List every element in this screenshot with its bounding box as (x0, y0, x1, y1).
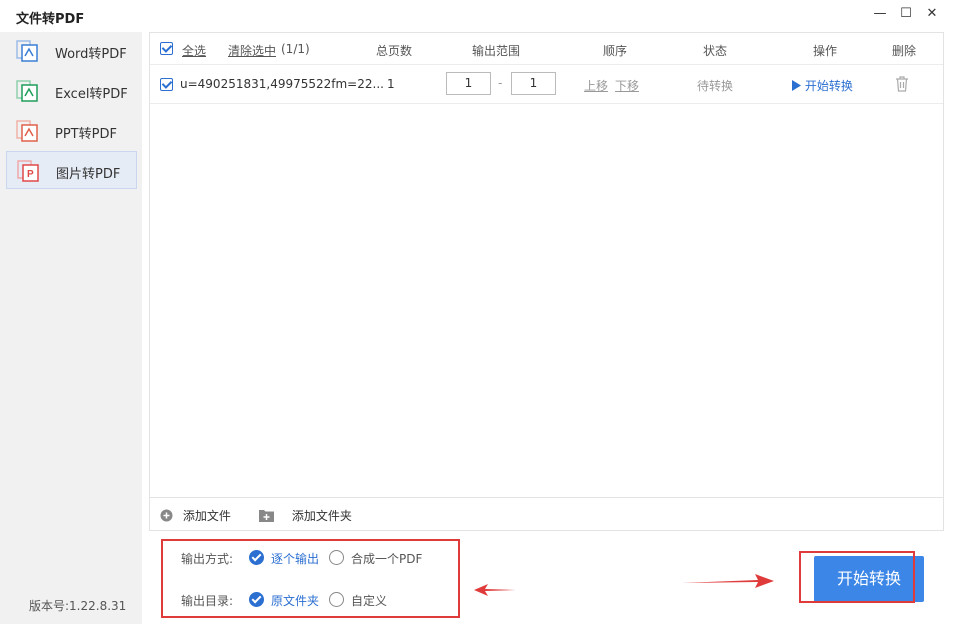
output-dir-original-radio[interactable] (249, 592, 264, 607)
version-label: 版本号:1.22.8.31 (29, 599, 127, 613)
output-dir-label: 输出目录: (181, 594, 234, 608)
sidebar-item-ppt[interactable]: PPT转PDF (6, 112, 137, 150)
start-convert-link[interactable]: 开始转换 (792, 77, 853, 94)
clear-selection-link[interactable]: 清除选中 (228, 42, 276, 59)
excel-doc-icon (16, 80, 38, 102)
image-pdf-icon: P (17, 160, 39, 182)
page-count: 1 (387, 77, 395, 91)
output-mode-individual-label[interactable]: 逐个输出 (271, 550, 319, 567)
trash-icon[interactable] (895, 76, 909, 92)
add-file-label: 添加文件 (182, 509, 231, 523)
add-folder-icon (259, 510, 274, 522)
row-checkbox[interactable] (160, 78, 173, 91)
file-actions-bar: 添加文件 添加文件夹 (150, 497, 943, 530)
header-output-range: 输出范围 (472, 44, 521, 58)
play-icon (792, 80, 801, 91)
file-name: u=490251831,49975522fm=22... (180, 77, 384, 91)
left-arrow-annotation (474, 584, 516, 596)
sidebar-item-label: Excel转PDF (55, 87, 128, 102)
range-to-input[interactable]: 1 (511, 72, 556, 95)
select-all-link[interactable]: 全选 (182, 42, 206, 59)
output-dir-custom-label[interactable]: 自定义 (351, 592, 387, 609)
table-header: 全选 清除选中 (1/1) 总页数 输出范围 顺序 状态 操作 删除 (150, 33, 943, 65)
header-action: 操作 (813, 44, 838, 58)
output-mode-merge-radio[interactable] (329, 550, 344, 565)
select-all-checkbox[interactable] (160, 42, 173, 55)
sidebar-item-label: Word转PDF (55, 47, 127, 62)
output-mode-individual-radio[interactable] (249, 550, 264, 565)
table-row: u=490251831,49975522fm=22... 1 1 - 1 上移 … (150, 65, 943, 104)
app-title: 文件转PDF (16, 12, 85, 27)
sidebar-item-word[interactable]: Word转PDF (6, 32, 137, 70)
minimize-button[interactable]: — (868, 4, 892, 24)
highlight-box-annotation (799, 551, 915, 603)
sidebar-item-excel[interactable]: Excel转PDF (6, 72, 137, 110)
close-button[interactable]: ✕ (920, 4, 944, 24)
header-pages: 总页数 (376, 44, 413, 58)
sidebar-item-label: PPT转PDF (55, 127, 117, 142)
range-separator: - (498, 76, 503, 90)
add-file-button[interactable]: 添加文件 (160, 507, 231, 524)
add-circle-icon (160, 509, 173, 522)
ppt-doc-icon (16, 120, 38, 142)
selection-count: (1/1) (281, 42, 310, 56)
header-order: 顺序 (603, 44, 628, 58)
add-folder-button[interactable]: 添加文件夹 (259, 507, 352, 524)
svg-text:P: P (27, 169, 34, 180)
start-convert-label: 开始转换 (804, 79, 853, 93)
right-arrow-annotation (682, 574, 774, 588)
word-doc-icon (16, 40, 38, 62)
header-status: 状态 (703, 44, 728, 58)
output-mode-merge-label[interactable]: 合成一个PDF (351, 550, 422, 567)
add-folder-label: 添加文件夹 (291, 509, 352, 523)
sidebar-item-image[interactable]: P 图片转PDF (6, 151, 137, 189)
sidebar: Word转PDF Excel转PDF PPT转PDF P 图片转PDF 版本号:… (0, 32, 142, 624)
move-down-link[interactable]: 下移 (615, 77, 639, 94)
output-options-group: 输出方式: 逐个输出 合成一个PDF 输出目录: 原文件夹 自定义 (161, 539, 460, 618)
range-from-input[interactable]: 1 (446, 72, 491, 95)
title-bar: 文件转PDF — ☐ ✕ (0, 0, 956, 32)
maximize-button[interactable]: ☐ (894, 4, 918, 24)
sidebar-item-label: 图片转PDF (56, 167, 121, 182)
file-list-panel: 全选 清除选中 (1/1) 总页数 输出范围 顺序 状态 操作 删除 u=490… (149, 32, 944, 531)
output-dir-custom-radio[interactable] (329, 592, 344, 607)
output-mode-label: 输出方式: (181, 552, 234, 566)
output-dir-original-label[interactable]: 原文件夹 (271, 592, 319, 609)
status-text: 待转换 (697, 79, 734, 93)
move-up-link[interactable]: 上移 (584, 77, 608, 94)
header-delete: 删除 (892, 44, 917, 58)
